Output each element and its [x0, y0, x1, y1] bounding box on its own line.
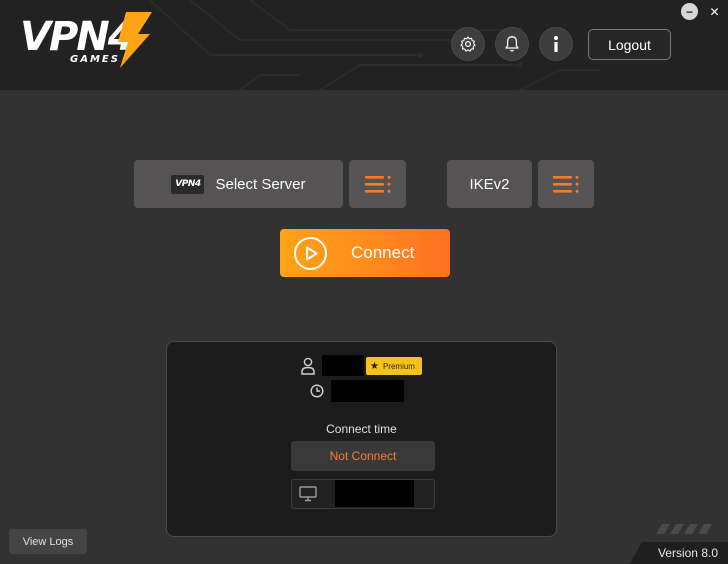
select-server-label: Select Server — [215, 175, 306, 193]
play-icon — [294, 236, 327, 270]
protocol-label: IKEv2 — [469, 175, 510, 193]
info-button[interactable] — [539, 27, 573, 61]
gear-icon — [460, 36, 476, 52]
monitor-icon — [299, 486, 317, 502]
view-logs-button[interactable]: View Logs — [9, 529, 87, 554]
connect-label: Connect — [351, 243, 415, 262]
ip-address-redacted — [335, 480, 414, 507]
close-window-button[interactable]: ✕ — [706, 3, 723, 20]
server-list-button[interactable] — [349, 160, 406, 208]
app-logo: VPN4 GAMES — [18, 10, 158, 72]
expiry-redacted — [331, 380, 404, 402]
notifications-button[interactable] — [495, 27, 529, 61]
close-icon: ✕ — [709, 4, 720, 19]
clock-icon — [310, 384, 324, 398]
minimize-button[interactable]: − — [681, 3, 698, 20]
connect-time-label: Connect time — [326, 422, 397, 436]
select-server-button[interactable]: VPN4 Select Server — [134, 160, 343, 208]
premium-badge: ★ Premium — [366, 357, 422, 375]
connect-button[interactable]: Connect — [280, 229, 450, 277]
header-bar: VPN4 GAMES Logout − ✕ — [0, 0, 728, 90]
logout-button[interactable]: Logout — [588, 29, 671, 60]
version-label: Version 8.0 — [630, 542, 728, 564]
minimize-icon: − — [685, 4, 693, 19]
menu-list-icon — [364, 175, 390, 193]
username-redacted — [322, 355, 364, 376]
connection-status: Not Connect — [291, 441, 435, 471]
info-icon — [554, 36, 558, 52]
premium-label: Premium — [382, 361, 415, 371]
settings-button[interactable] — [451, 27, 485, 61]
protocol-button[interactable]: IKEv2 — [447, 160, 532, 208]
lightning-bolt-icon — [118, 12, 152, 68]
star-icon: ★ — [370, 360, 379, 372]
user-icon — [301, 357, 315, 375]
server-flag-icon: VPN4 — [171, 174, 205, 194]
protocol-list-button[interactable] — [538, 160, 594, 208]
connection-info-panel: ★ Premium Connect time Not Connect — [166, 341, 557, 537]
ip-address-field — [291, 479, 435, 509]
menu-list-icon — [553, 175, 579, 193]
decorative-stripes — [656, 524, 712, 534]
bell-icon — [505, 36, 519, 52]
